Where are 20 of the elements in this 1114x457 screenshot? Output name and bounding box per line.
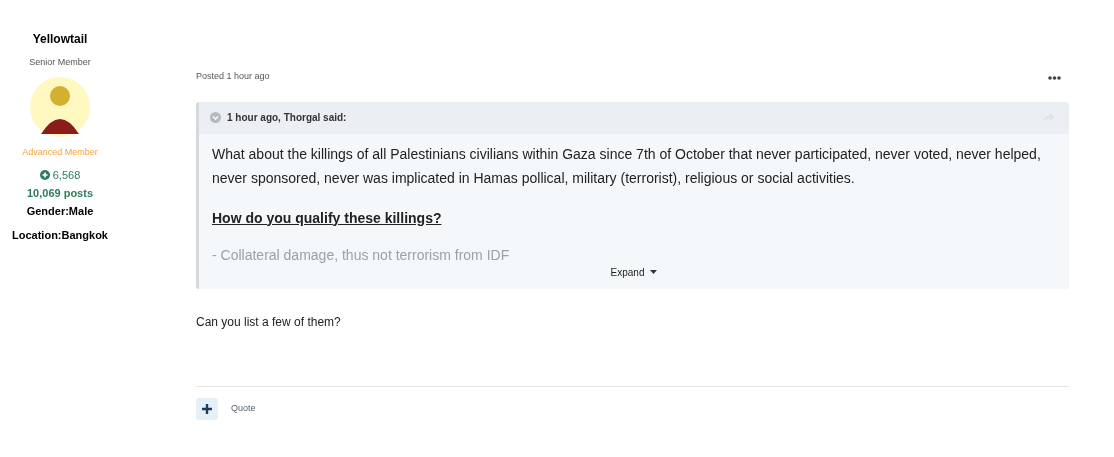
caret-icon <box>650 270 658 274</box>
post-count[interactable]: 10,069 posts <box>26 184 93 201</box>
add-button[interactable] <box>196 397 218 420</box>
quote-heading: How do you qualify these killings? <box>212 208 443 228</box>
author-name[interactable]: Yellowtail <box>32 30 88 48</box>
quote-paragraph: What about the killings of all Palestinians civilians within Gaza since 7th of October that never participated, never voted, never helped, never sponsored, never was implicated in Hamas pollical, military (terrorist), religious or social activities. <box>212 144 1042 188</box>
expand-button[interactable]: Expand <box>610 264 658 280</box>
more-options-icon[interactable] <box>1048 75 1061 80</box>
post-body: Can you list a few of them? <box>196 313 342 331</box>
gender-field: Gender:Male <box>26 203 94 220</box>
post-timestamp: Posted 1 hour ago <box>196 70 270 83</box>
plus-circle-icon <box>39 170 50 181</box>
location-field: Location:Bangkok <box>12 226 108 243</box>
quote-citation: 1 hour ago, Thorgal said: <box>227 111 347 125</box>
quote-paragraph: - Collateral damage, thus not terrorism from IDF <box>212 246 511 263</box>
member-title: Senior Member <box>29 56 91 69</box>
reputation-count: 6,568 <box>52 168 81 183</box>
plus-icon <box>202 403 212 414</box>
quote-link[interactable]: Quote <box>231 401 256 416</box>
rank-label: Advanced Member <box>22 145 98 159</box>
